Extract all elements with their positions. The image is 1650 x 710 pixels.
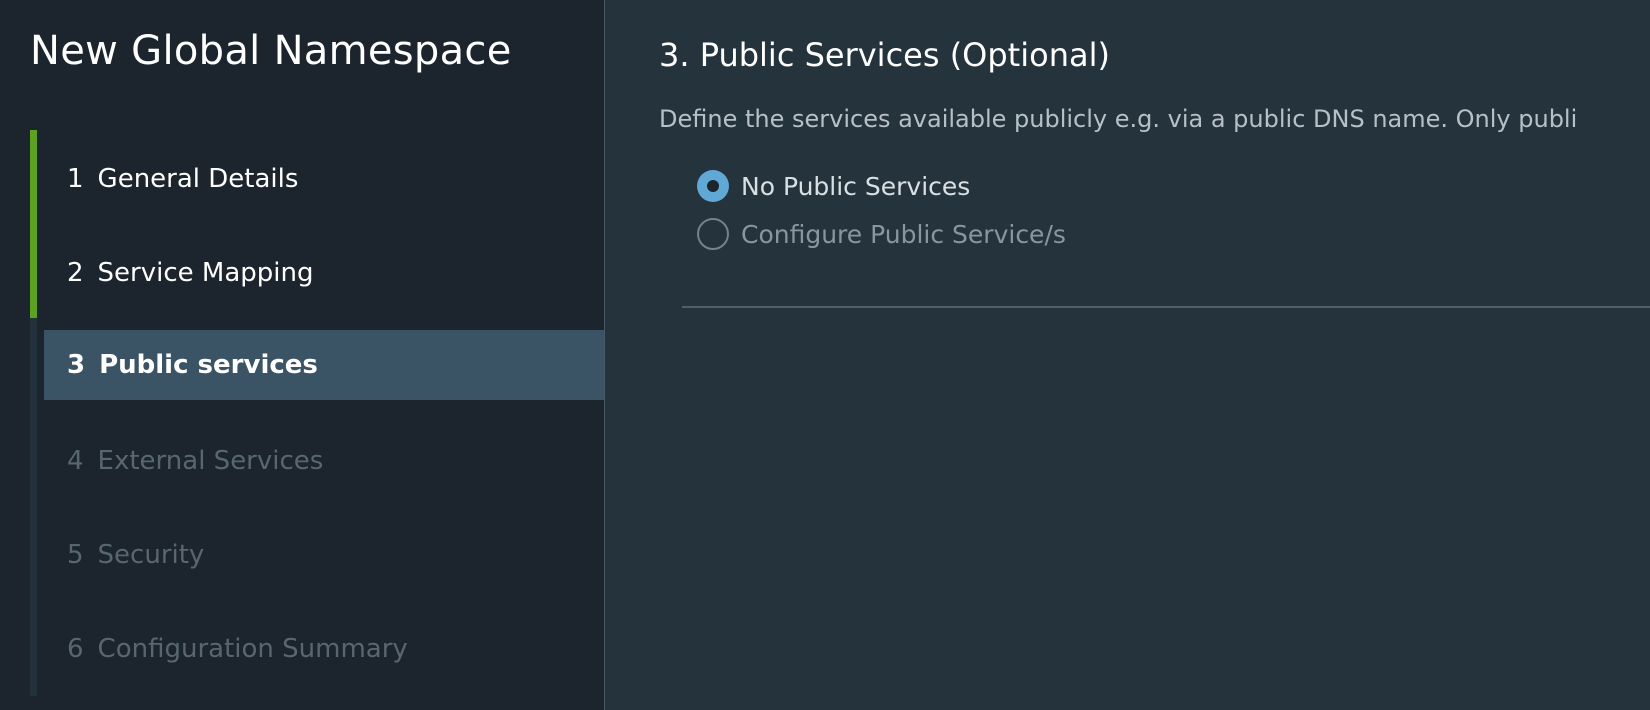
step-label: Configuration Summary: [97, 634, 408, 664]
option-no-public-services[interactable]: No Public Services: [697, 168, 1066, 204]
step-number: 4: [67, 446, 84, 476]
step-security[interactable]: 5 Security: [44, 520, 604, 590]
step-label: Service Mapping: [97, 258, 314, 288]
step-label: Public services: [99, 350, 318, 380]
step-general-details[interactable]: 1 General Details: [44, 144, 604, 214]
wizard-title: New Global Namespace: [30, 28, 512, 74]
option-configure-public-services[interactable]: Configure Public Service/s: [697, 216, 1066, 252]
step-number: 1: [67, 164, 84, 194]
step-label: General Details: [97, 164, 299, 194]
step-number: 6: [67, 634, 84, 664]
step-number: 2: [67, 258, 84, 288]
step-public-services[interactable]: 3 Public services: [44, 330, 604, 400]
page-title: 3. Public Services (Optional): [659, 36, 1110, 74]
wizard-sidebar: New Global Namespace 1 General Details 2…: [0, 0, 605, 710]
radio-label: No Public Services: [741, 171, 971, 201]
wizard-step-list: 1 General Details 2 Service Mapping 3 Pu…: [30, 130, 605, 696]
public-services-radio-group: No Public Services Configure Public Serv…: [697, 168, 1066, 264]
step-service-mapping[interactable]: 2 Service Mapping: [44, 238, 604, 308]
step-number: 5: [67, 540, 84, 570]
wizard-window: New Global Namespace 1 General Details 2…: [0, 0, 1650, 710]
progress-complete-bar: [30, 130, 37, 318]
step-content-panel: 3. Public Services (Optional) Define the…: [606, 0, 1650, 710]
step-external-services[interactable]: 4 External Services: [44, 426, 604, 496]
radio-label: Configure Public Service/s: [741, 219, 1066, 249]
section-divider: [682, 306, 1650, 308]
radio-unchecked-icon[interactable]: [697, 218, 729, 250]
step-label: External Services: [97, 446, 324, 476]
page-description: Define the services available publicly e…: [659, 105, 1578, 133]
radio-checked-icon[interactable]: [697, 170, 729, 202]
step-label: Security: [97, 540, 205, 570]
step-number: 3: [67, 350, 86, 380]
step-configuration-summary[interactable]: 6 Configuration Summary: [44, 614, 604, 684]
